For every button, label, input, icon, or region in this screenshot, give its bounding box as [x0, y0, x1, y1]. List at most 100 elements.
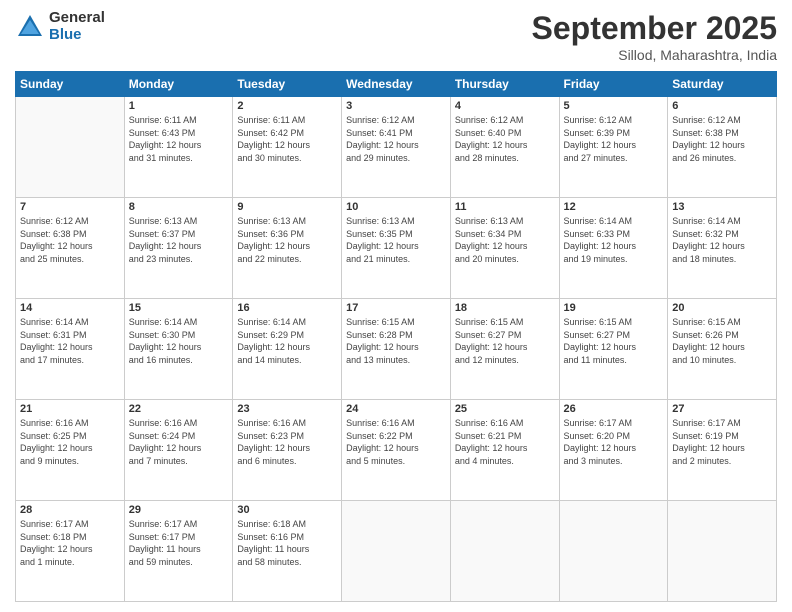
day-info: Sunrise: 6:16 AM Sunset: 6:21 PM Dayligh… — [455, 417, 555, 467]
day-info: Sunrise: 6:14 AM Sunset: 6:29 PM Dayligh… — [237, 316, 337, 366]
calendar-week-row: 21 Sunrise: 6:16 AM Sunset: 6:25 PM Dayli… — [16, 400, 777, 501]
calendar-cell: 20 Sunrise: 6:15 AM Sunset: 6:26 PM Dayli… — [668, 299, 777, 400]
calendar-cell — [668, 501, 777, 602]
day-info: Sunrise: 6:16 AM Sunset: 6:22 PM Dayligh… — [346, 417, 446, 467]
calendar-cell: 18Sunrise: 6:15 AM Sunset: 6:27 PM Dayli… — [450, 299, 559, 400]
day-info: Sunrise: 6:15 AM Sunset: 6:26 PM Dayligh… — [672, 316, 772, 366]
calendar-cell: 14Sunrise: 6:14 AM Sunset: 6:31 PM Dayli… — [16, 299, 125, 400]
day-info: Sunrise: 6:12 AM Sunset: 6:39 PM Dayligh… — [564, 114, 664, 164]
calendar-cell: 30 Sunrise: 6:18 AM Sunset: 6:16 PM Dayli… — [233, 501, 342, 602]
day-number: 14 — [20, 302, 120, 314]
calendar-week-row: 14Sunrise: 6:14 AM Sunset: 6:31 PM Dayli… — [16, 299, 777, 400]
day-number: 13 — [672, 201, 772, 213]
day-number: 1 — [129, 100, 229, 112]
day-info: Sunrise: 6:11 AM Sunset: 6:43 PM Dayligh… — [129, 114, 229, 164]
calendar-cell: 29Sunrise: 6:17 AM Sunset: 6:17 PM Dayli… — [124, 501, 233, 602]
calendar-week-row: 1 Sunrise: 6:11 AM Sunset: 6:43 PM Daylig… — [16, 97, 777, 198]
calendar-cell: 23 Sunrise: 6:16 AM Sunset: 6:23 PM Dayli… — [233, 400, 342, 501]
logo-general: General — [49, 10, 105, 27]
calendar-cell — [450, 501, 559, 602]
logo-icon — [15, 12, 45, 42]
day-number: 21 — [20, 403, 120, 415]
month-title: September 2025 — [532, 10, 777, 47]
day-info: Sunrise: 6:17 AM Sunset: 6:20 PM Dayligh… — [564, 417, 664, 467]
day-number: 19 — [564, 302, 664, 314]
day-info: Sunrise: 6:15 AM Sunset: 6:28 PM Dayligh… — [346, 316, 446, 366]
calendar-body: 1 Sunrise: 6:11 AM Sunset: 6:43 PM Daylig… — [16, 97, 777, 602]
day-info: Sunrise: 6:14 AM Sunset: 6:33 PM Dayligh… — [564, 215, 664, 265]
day-info: Sunrise: 6:13 AM Sunset: 6:34 PM Dayligh… — [455, 215, 555, 265]
day-number: 26 — [564, 403, 664, 415]
day-number: 16 — [237, 302, 337, 314]
day-number: 30 — [237, 504, 337, 516]
day-number: 28 — [20, 504, 120, 516]
page: General Blue September 2025 Sillod, Maha… — [0, 0, 792, 612]
day-number: 3 — [346, 100, 446, 112]
calendar-cell: 13 Sunrise: 6:14 AM Sunset: 6:32 PM Dayli… — [668, 198, 777, 299]
calendar-cell: 22 Sunrise: 6:16 AM Sunset: 6:24 PM Dayli… — [124, 400, 233, 501]
day-number: 6 — [672, 100, 772, 112]
day-info: Sunrise: 6:12 AM Sunset: 6:40 PM Dayligh… — [455, 114, 555, 164]
day-number: 20 — [672, 302, 772, 314]
calendar-cell — [16, 97, 125, 198]
day-number: 2 — [237, 100, 337, 112]
calendar-cell: 3 Sunrise: 6:12 AM Sunset: 6:41 PM Daylig… — [342, 97, 451, 198]
day-number: 12 — [564, 201, 664, 213]
day-info: Sunrise: 6:12 AM Sunset: 6:41 PM Dayligh… — [346, 114, 446, 164]
day-number: 7 — [20, 201, 120, 213]
calendar-table: SundayMondayTuesdayWednesdayThursdayFrid… — [15, 71, 777, 602]
calendar-cell: 26 Sunrise: 6:17 AM Sunset: 6:20 PM Dayli… — [559, 400, 668, 501]
weekday-header: Friday — [559, 72, 668, 97]
day-info: Sunrise: 6:13 AM Sunset: 6:35 PM Dayligh… — [346, 215, 446, 265]
day-info: Sunrise: 6:14 AM Sunset: 6:32 PM Dayligh… — [672, 215, 772, 265]
day-info: Sunrise: 6:16 AM Sunset: 6:24 PM Dayligh… — [129, 417, 229, 467]
calendar-cell: 7Sunrise: 6:12 AM Sunset: 6:38 PM Daylig… — [16, 198, 125, 299]
day-number: 10 — [346, 201, 446, 213]
calendar-cell: 8Sunrise: 6:13 AM Sunset: 6:37 PM Daylig… — [124, 198, 233, 299]
logo-text: General Blue — [49, 10, 105, 43]
calendar-week-row: 28 Sunrise: 6:17 AM Sunset: 6:18 PM Dayli… — [16, 501, 777, 602]
location-title: Sillod, Maharashtra, India — [532, 47, 777, 63]
calendar-cell: 25Sunrise: 6:16 AM Sunset: 6:21 PM Dayli… — [450, 400, 559, 501]
day-info: Sunrise: 6:16 AM Sunset: 6:23 PM Dayligh… — [237, 417, 337, 467]
weekday-header: Saturday — [668, 72, 777, 97]
calendar-header: SundayMondayTuesdayWednesdayThursdayFrid… — [16, 72, 777, 97]
calendar-cell: 21 Sunrise: 6:16 AM Sunset: 6:25 PM Dayli… — [16, 400, 125, 501]
day-number: 17 — [346, 302, 446, 314]
calendar-cell: 4Sunrise: 6:12 AM Sunset: 6:40 PM Daylig… — [450, 97, 559, 198]
calendar-cell: 15 Sunrise: 6:14 AM Sunset: 6:30 PM Dayli… — [124, 299, 233, 400]
day-number: 9 — [237, 201, 337, 213]
weekday-header: Wednesday — [342, 72, 451, 97]
day-info: Sunrise: 6:18 AM Sunset: 6:16 PM Dayligh… — [237, 518, 337, 568]
day-number: 22 — [129, 403, 229, 415]
day-number: 11 — [455, 201, 555, 213]
calendar-cell: 6 Sunrise: 6:12 AM Sunset: 6:38 PM Daylig… — [668, 97, 777, 198]
day-number: 29 — [129, 504, 229, 516]
day-info: Sunrise: 6:17 AM Sunset: 6:19 PM Dayligh… — [672, 417, 772, 467]
day-number: 15 — [129, 302, 229, 314]
calendar-cell: 10 Sunrise: 6:13 AM Sunset: 6:35 PM Dayli… — [342, 198, 451, 299]
calendar-cell: 9Sunrise: 6:13 AM Sunset: 6:36 PM Daylig… — [233, 198, 342, 299]
day-info: Sunrise: 6:16 AM Sunset: 6:25 PM Dayligh… — [20, 417, 120, 467]
calendar-cell: 11 Sunrise: 6:13 AM Sunset: 6:34 PM Dayli… — [450, 198, 559, 299]
day-info: Sunrise: 6:15 AM Sunset: 6:27 PM Dayligh… — [564, 316, 664, 366]
calendar-cell: 27 Sunrise: 6:17 AM Sunset: 6:19 PM Dayli… — [668, 400, 777, 501]
day-info: Sunrise: 6:14 AM Sunset: 6:30 PM Dayligh… — [129, 316, 229, 366]
calendar-week-row: 7Sunrise: 6:12 AM Sunset: 6:38 PM Daylig… — [16, 198, 777, 299]
weekday-header: Sunday — [16, 72, 125, 97]
day-info: Sunrise: 6:13 AM Sunset: 6:37 PM Dayligh… — [129, 215, 229, 265]
header: General Blue September 2025 Sillod, Maha… — [15, 10, 777, 63]
title-block: September 2025 Sillod, Maharashtra, Indi… — [532, 10, 777, 63]
calendar-cell: 1 Sunrise: 6:11 AM Sunset: 6:43 PM Daylig… — [124, 97, 233, 198]
calendar-cell: 12 Sunrise: 6:14 AM Sunset: 6:33 PM Dayli… — [559, 198, 668, 299]
day-info: Sunrise: 6:12 AM Sunset: 6:38 PM Dayligh… — [672, 114, 772, 164]
day-number: 23 — [237, 403, 337, 415]
day-info: Sunrise: 6:17 AM Sunset: 6:18 PM Dayligh… — [20, 518, 120, 568]
day-number: 27 — [672, 403, 772, 415]
logo-blue: Blue — [49, 27, 105, 44]
day-number: 18 — [455, 302, 555, 314]
calendar-cell — [342, 501, 451, 602]
calendar-cell: 24Sunrise: 6:16 AM Sunset: 6:22 PM Dayli… — [342, 400, 451, 501]
calendar-cell: 28 Sunrise: 6:17 AM Sunset: 6:18 PM Dayli… — [16, 501, 125, 602]
calendar-cell — [559, 501, 668, 602]
